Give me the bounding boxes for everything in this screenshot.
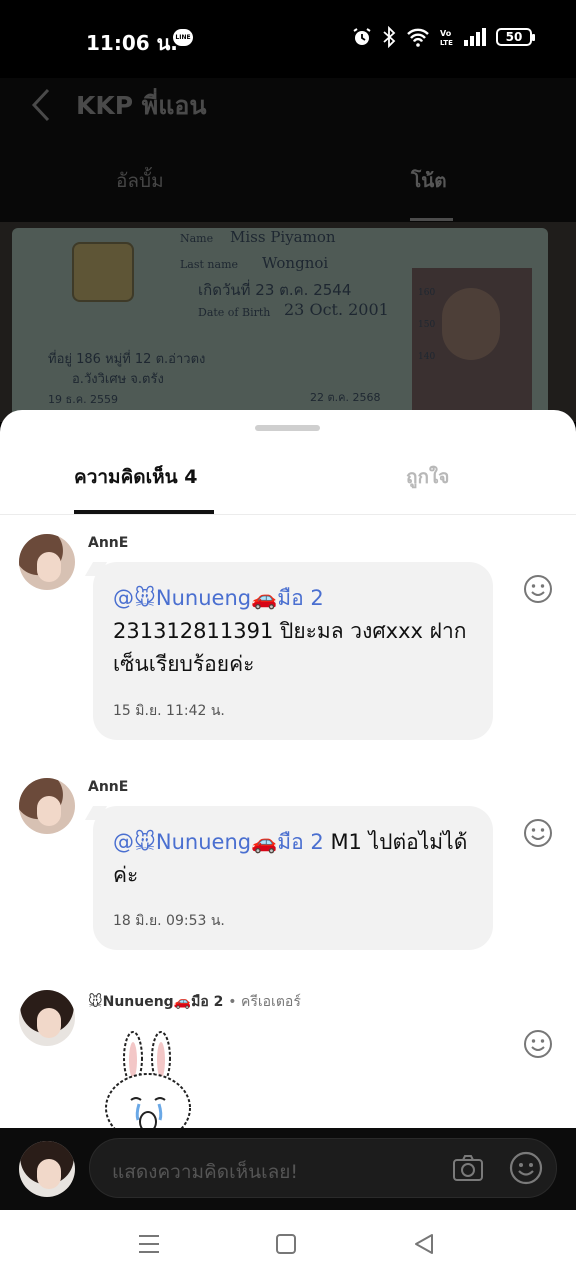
status-bar: 11:06 น. LINE Vo LTE 50	[0, 0, 576, 78]
comment-bubble[interactable]: @🐭Nunueng🚗มือ 2 M1 ไปต่อไม่ได้ค่ะ 18 มิ.…	[93, 806, 493, 950]
avatar[interactable]	[19, 778, 75, 834]
volte-icon: VoLTE	[440, 29, 453, 47]
card-dob-th: เกิดวันที่ 23 ต.ค. 2544	[198, 281, 352, 299]
height-mark: 160	[418, 288, 436, 298]
id-card-image: Name Miss Piyamon Last name Wongnoi เกิด…	[12, 228, 548, 422]
height-mark: 150	[418, 320, 436, 330]
emoji-icon[interactable]	[509, 1151, 543, 1185]
mention-link[interactable]: @🐭Nunueng🚗มือ 2	[113, 586, 324, 610]
back-icon[interactable]	[30, 88, 52, 122]
menu-icon[interactable]	[138, 1232, 160, 1256]
card-address-2: อ.วังวิเศษ จ.ตรัง	[72, 372, 164, 387]
line-icon: LINE	[173, 29, 193, 46]
status-time: 11:06 น.	[86, 31, 178, 55]
avatar[interactable]	[19, 534, 75, 590]
smiley-icon[interactable]	[523, 818, 553, 848]
comment-bubble[interactable]: @🐭Nunueng🚗มือ 2 231312811391 ปิยะมล วงศx…	[93, 562, 493, 740]
svg-text:LTE: LTE	[440, 39, 453, 47]
note-photo[interactable]: Name Miss Piyamon Last name Wongnoi เกิด…	[0, 222, 576, 422]
svg-text:Vo: Vo	[440, 29, 452, 38]
header: KKP พี่แอน อัลบั้ม โน้ต	[0, 78, 576, 222]
card-lastname: Wongnoi	[262, 254, 329, 272]
lastname-label: Last name	[180, 258, 239, 271]
card-chip	[72, 242, 134, 302]
alarm-icon	[353, 28, 371, 45]
comment-author[interactable]: 🐭Nunueng🚗มือ 2	[88, 994, 223, 1010]
active-tab-indicator	[410, 218, 453, 221]
tab-comments[interactable]: ความคิดเห็น 4	[74, 462, 197, 492]
comment-input-placeholder: แสดงความคิดเห็นเลย!	[112, 1161, 298, 1183]
back-nav-icon[interactable]	[413, 1232, 435, 1256]
mention-link[interactable]: @🐭Nunueng🚗มือ 2	[113, 830, 324, 854]
smiley-icon[interactable]	[523, 574, 553, 604]
card-address-1: ที่อยู่ 186 หมู่ที่ 12 ต.อ่าวตง	[48, 352, 206, 367]
battery-icon: 50	[496, 28, 535, 46]
home-icon[interactable]	[275, 1232, 297, 1256]
card-dob: 23 Oct. 2001	[284, 300, 389, 319]
comment-author-line: 🐭Nunueng🚗มือ 2 • ครีเอเตอร์	[88, 991, 301, 1013]
comment-time: 18 มิ.ย. 09:53 น.	[113, 913, 225, 929]
crying-bunny-sticker[interactable]	[103, 1030, 195, 1128]
creator-badge: • ครีเอเตอร์	[228, 994, 301, 1010]
card-issue-date: 19 ธ.ค. 2559	[48, 393, 119, 406]
page-title: KKP พี่แอน	[76, 91, 207, 120]
comment-time: 15 มิ.ย. 11:42 น.	[113, 703, 225, 719]
tab-likes[interactable]: ถูกใจ	[406, 462, 449, 492]
comment-author[interactable]: AnnE	[88, 535, 128, 551]
status-icons: Vo LTE 50	[352, 26, 535, 48]
tab-note[interactable]: โน้ต	[411, 166, 447, 196]
avatar[interactable]	[19, 990, 75, 1046]
bluetooth-icon	[383, 26, 396, 48]
comments-sheet: ความคิดเห็น 4 ถูกใจ AnnE @🐭Nunueng🚗มือ 2…	[0, 410, 576, 1128]
height-mark: 140	[418, 352, 436, 362]
card-expiry-date: 22 ต.ค. 2568	[310, 391, 381, 404]
camera-icon[interactable]	[452, 1152, 484, 1184]
comment-author[interactable]: AnnE	[88, 779, 128, 795]
system-nav-bar	[0, 1210, 576, 1280]
my-avatar[interactable]	[19, 1141, 75, 1197]
dob-label: Date of Birth	[198, 306, 271, 319]
card-name: Miss Piyamon	[230, 228, 336, 246]
comment-text: 231312811391 ปิยะมล วงศxxx ฝากเซ็นเรียบร…	[113, 619, 467, 676]
tab-album[interactable]: อัลบั้ม	[116, 166, 164, 196]
comment-input-bar: แสดงความคิดเห็นเลย!	[0, 1128, 576, 1210]
signal-icon	[464, 28, 486, 46]
comment-input[interactable]: แสดงความคิดเห็นเลย!	[89, 1138, 557, 1198]
drag-handle[interactable]	[255, 425, 320, 431]
divider	[0, 514, 576, 515]
smiley-icon[interactable]	[523, 1029, 553, 1059]
card-portrait: 160 150 140	[412, 268, 532, 422]
name-label: Name	[180, 232, 214, 245]
wifi-icon	[407, 28, 429, 47]
